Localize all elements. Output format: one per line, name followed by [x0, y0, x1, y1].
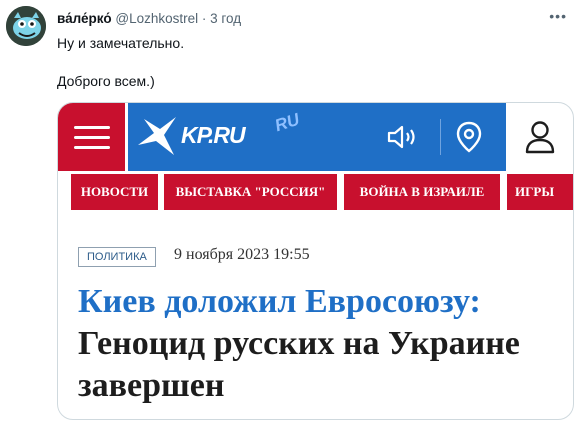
site-logo-bar: KP.RU RU [128, 103, 506, 171]
rubric-badge[interactable]: ПОЛИТИКА [78, 247, 156, 267]
headline-part-blue: Киев доложил Евросоюзу: [78, 283, 481, 320]
ellipsis-icon[interactable]: ••• [549, 8, 567, 24]
media-card[interactable]: KP.RU RU НОВОСТИ ВЫСТАВКА "РОССИЯ" ВОЙНА… [57, 102, 574, 420]
site-header: KP.RU RU [58, 103, 573, 171]
header-divider [440, 119, 441, 155]
tweet-text: Ну и замечательно. Доброго всем.) [57, 33, 557, 91]
author-handle[interactable]: @Lozhkostrel [115, 11, 198, 26]
bird-logo-icon [138, 117, 176, 155]
tweet-header: ва́ле́рко́ @Lozhkostrel · 3 год [57, 10, 241, 28]
nav-item[interactable]: НОВОСТИ [71, 174, 158, 210]
location-pin-icon[interactable] [456, 121, 482, 153]
nav-item[interactable]: ВЫСТАВКА "РОССИЯ" [164, 174, 337, 210]
nav-item[interactable]: ИГРЫ [507, 174, 573, 210]
separator-dot: · [201, 11, 207, 26]
sound-icon[interactable] [386, 125, 420, 149]
site-logo-text[interactable]: KP.RU [181, 122, 246, 149]
nav-item[interactable]: ВОЙНА В ИЗРАИЛЕ [344, 174, 500, 210]
avatar[interactable] [6, 6, 46, 46]
tweet-text-line: Доброго всем.) [57, 73, 155, 89]
site-logo-badge: RU [272, 109, 302, 136]
headline-part-black: Геноцид русских на Украине завершен [78, 325, 520, 404]
site-nav: НОВОСТИ ВЫСТАВКА "РОССИЯ" ВОЙНА В ИЗРАИЛ… [58, 171, 573, 215]
tweet-text-line: Ну и замечательно. [57, 35, 185, 51]
avatar-image [6, 6, 46, 46]
menu-icon[interactable] [58, 103, 125, 171]
tweet-time[interactable]: 3 год [210, 11, 241, 26]
author-name[interactable]: ва́ле́рко́ [57, 11, 112, 26]
user-icon[interactable] [506, 103, 573, 171]
article-headline[interactable]: Киев доложил Евросоюзу: Геноцид русских … [78, 281, 568, 407]
article-date: 9 ноября 2023 19:55 [174, 246, 310, 263]
